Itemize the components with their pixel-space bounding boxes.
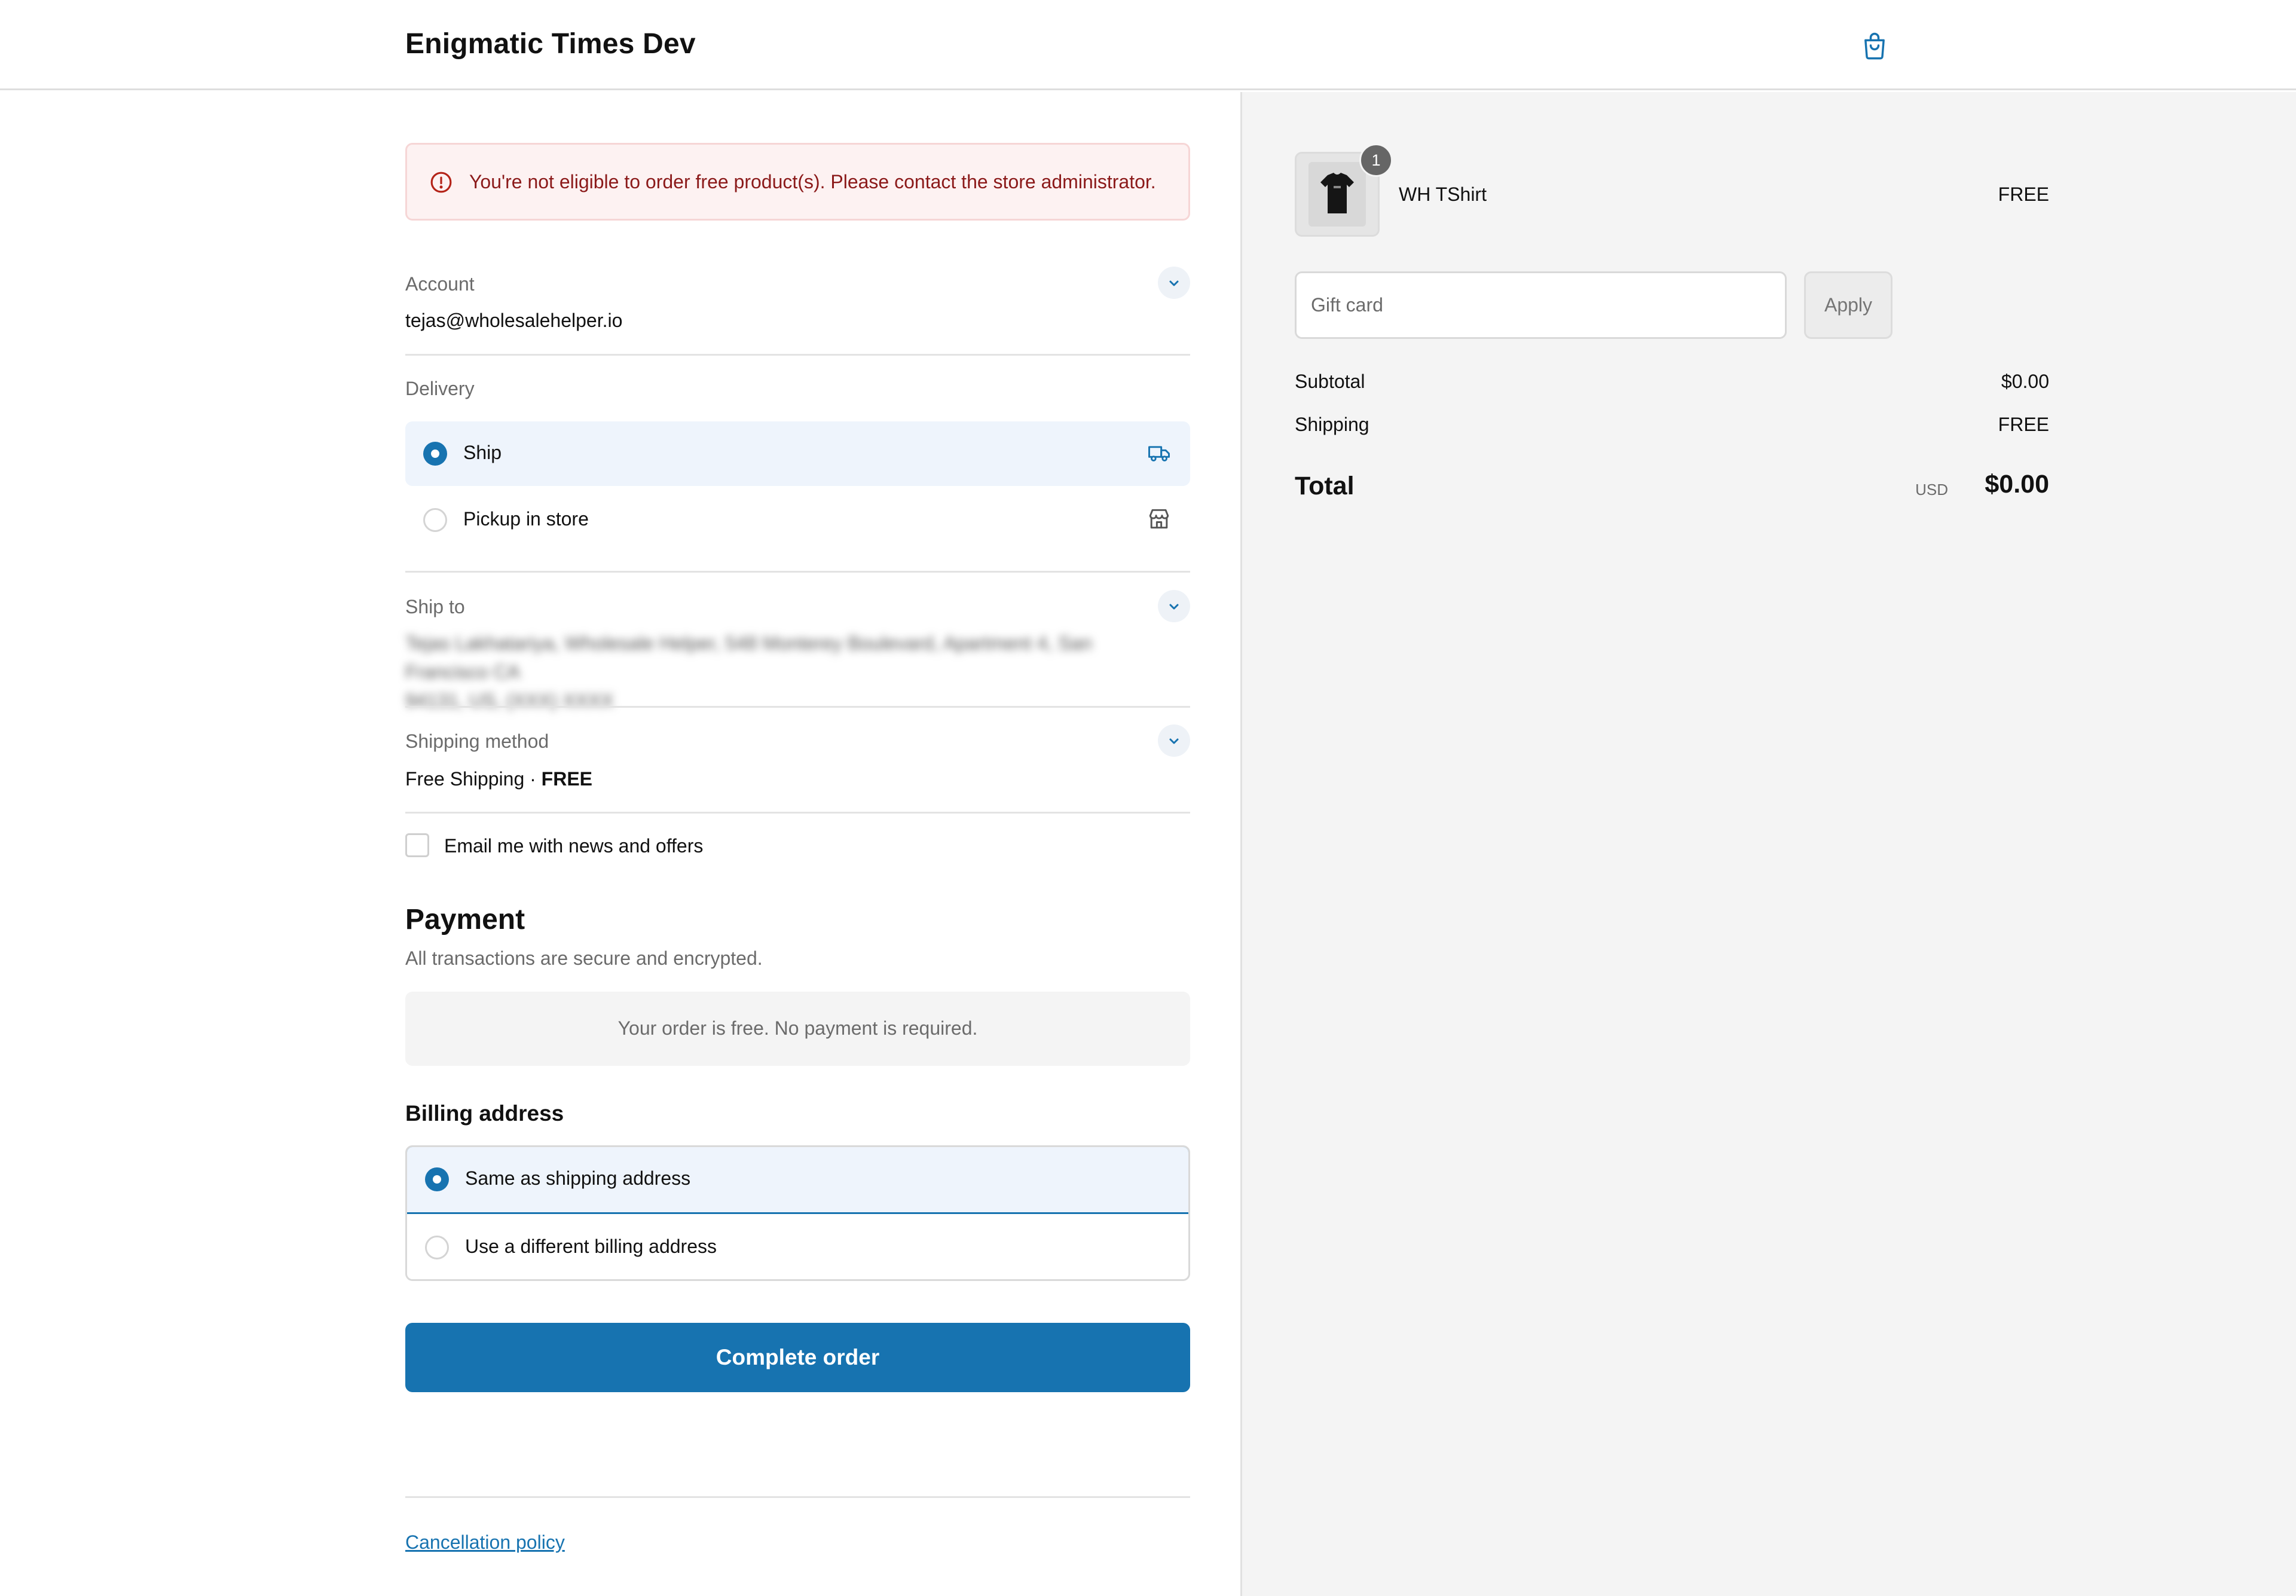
ship-to-label: Ship to: [405, 596, 465, 617]
complete-order-button[interactable]: Complete order: [405, 1323, 1190, 1392]
free-order-notice: Your order is free. No payment is requir…: [405, 992, 1190, 1066]
chevron-down-icon: [1169, 604, 1179, 610]
delivery-option-ship[interactable]: Ship: [405, 421, 1190, 486]
shipping-method-value: Free Shipping · FREE: [405, 768, 592, 790]
billing-options: Same as shipping address Use a different…: [405, 1145, 1190, 1281]
payment-heading: Payment: [405, 904, 525, 935]
total-label: Total: [1295, 472, 1355, 500]
item-name: WH TShirt: [1399, 184, 1487, 205]
radio-unselected[interactable]: [425, 1236, 449, 1259]
account-label: Account: [405, 273, 475, 295]
divider: [405, 571, 1190, 573]
shipping-address-line-2: 94131, US, (XXX) XXXX: [405, 690, 614, 711]
shipping-label: Shipping: [1295, 414, 1369, 435]
store-title[interactable]: Enigmatic Times Dev: [405, 27, 696, 60]
total-currency: USD: [1915, 481, 1948, 499]
free-order-message: Your order is free. No payment is requir…: [617, 1017, 978, 1039]
delivery-label: Delivery: [405, 378, 475, 399]
header: Enigmatic Times Dev: [0, 0, 2296, 90]
shipping-address-line-1: Tejas Lakhatariya, Wholesale Helper, 548…: [405, 632, 1093, 683]
same-address-label: Same as shipping address: [465, 1167, 691, 1189]
truck-icon: [1146, 439, 1172, 466]
error-banner: You're not eligible to order free produc…: [405, 143, 1190, 221]
total-value: $0.00: [1985, 470, 2049, 499]
store-icon: [1146, 506, 1172, 532]
shipping-method-expand-button[interactable]: [1158, 724, 1190, 757]
billing-heading: Billing address: [405, 1101, 564, 1126]
delivery-option-pickup[interactable]: Pickup in store: [405, 488, 1190, 552]
billing-option-same[interactable]: Same as shipping address: [407, 1147, 1188, 1214]
shipping-method-price: FREE: [541, 768, 593, 790]
subtotal-value: $0.00: [2001, 371, 2049, 392]
quantity-badge: 1: [1359, 143, 1393, 177]
item-price: FREE: [1998, 184, 2049, 205]
newsletter-checkbox[interactable]: [405, 833, 429, 857]
radio-unselected[interactable]: [423, 508, 447, 532]
newsletter-label[interactable]: Email me with news and offers: [444, 835, 703, 857]
cancellation-policy-link[interactable]: Cancellation policy: [405, 1531, 565, 1554]
subtotal-label: Subtotal: [1295, 371, 1365, 392]
ship-to-expand-button[interactable]: [1158, 590, 1190, 622]
account-email: tejas@wholesalehelper.io: [405, 310, 623, 331]
chevron-down-icon: [1169, 738, 1179, 744]
shipping-value: FREE: [1998, 414, 2049, 435]
apply-button[interactable]: Apply: [1804, 271, 1893, 339]
footer-divider: [405, 1496, 1190, 1498]
different-address-label: Use a different billing address: [465, 1236, 717, 1257]
shipping-address: Tejas Lakhatariya, Wholesale Helper, 548…: [405, 629, 1164, 715]
alert-circle-icon: [430, 171, 453, 194]
divider: [405, 706, 1190, 708]
billing-option-different[interactable]: Use a different billing address: [407, 1214, 1188, 1279]
shopping-bag-icon[interactable]: [1859, 30, 1890, 61]
order-summary: 1 WH TShirt FREE Apply Subtotal $0.00 Sh…: [1240, 92, 2296, 1596]
radio-selected[interactable]: [423, 442, 447, 466]
separator: ·: [524, 768, 542, 790]
divider: [405, 354, 1190, 356]
account-expand-button[interactable]: [1158, 267, 1190, 299]
error-message: You're not eligible to order free produc…: [469, 171, 1156, 192]
chevron-down-icon: [1169, 280, 1179, 286]
pickup-label: Pickup in store: [463, 508, 589, 530]
radio-selected[interactable]: [425, 1167, 449, 1191]
shipping-method-name: Free Shipping: [405, 768, 525, 790]
divider: [405, 812, 1190, 814]
ship-label: Ship: [463, 442, 502, 463]
payment-subtitle: All transactions are secure and encrypte…: [405, 947, 763, 969]
shipping-method-label: Shipping method: [405, 730, 549, 752]
gift-card-input[interactable]: [1295, 271, 1787, 339]
checkout-page: Enigmatic Times Dev 1 WH TShirt FREE App…: [0, 0, 2296, 1596]
